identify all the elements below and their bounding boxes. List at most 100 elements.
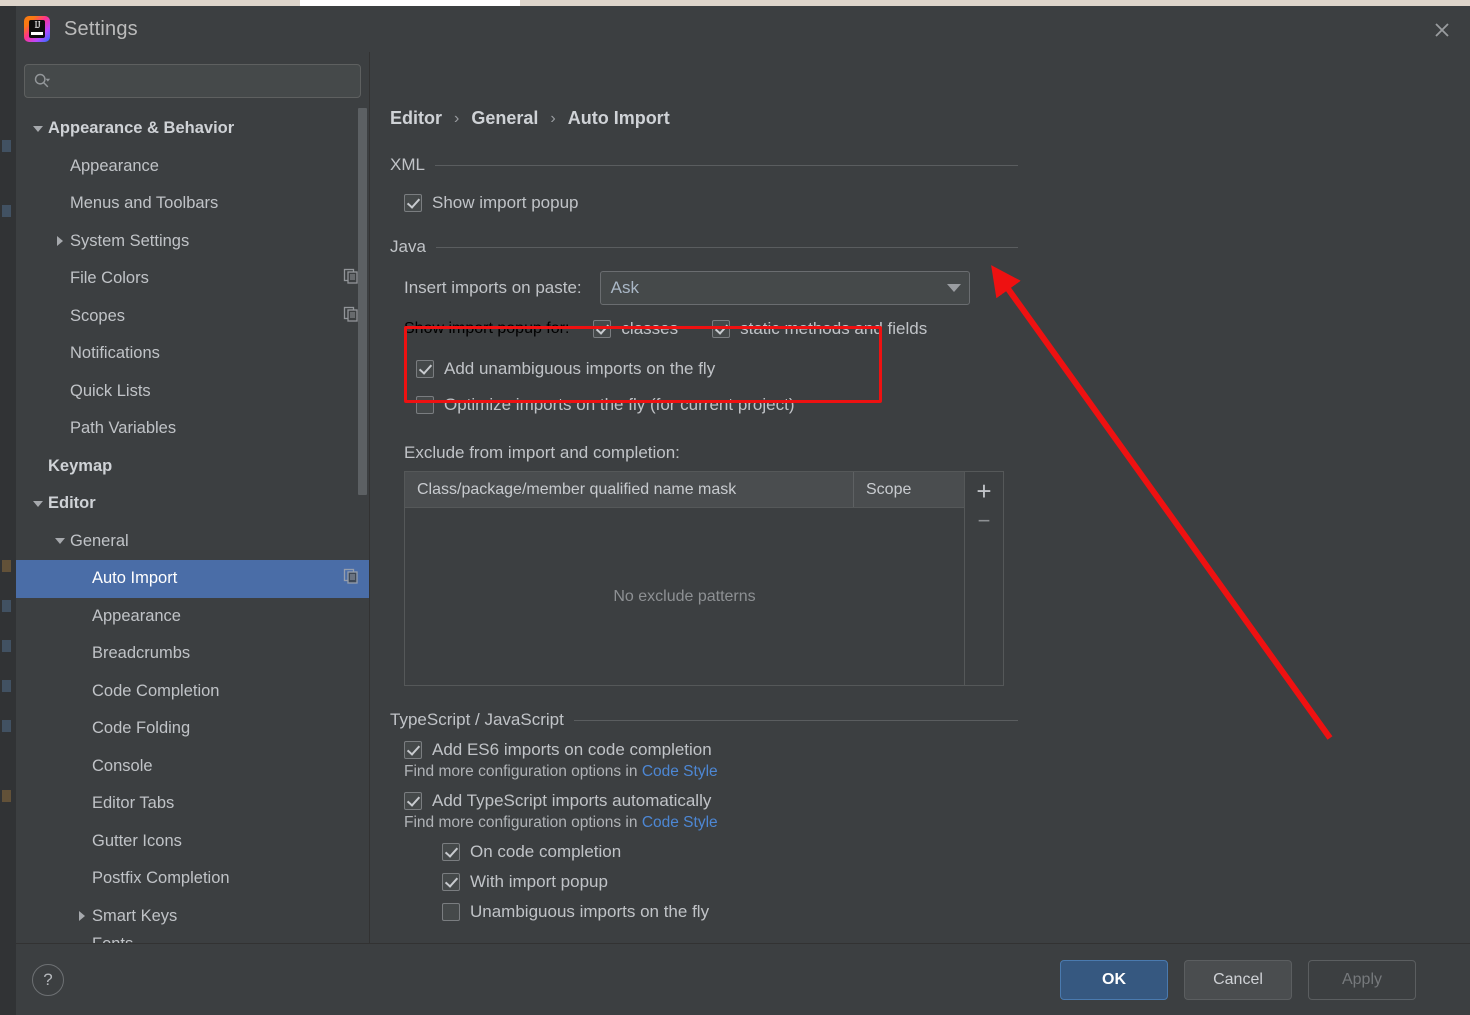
- sidebar-item-keymap[interactable]: Keymap: [16, 448, 369, 486]
- sidebar-item-label: Scopes: [70, 306, 126, 325]
- dialog-title: Settings: [64, 17, 138, 40]
- sidebar-item-breadcrumbs[interactable]: Breadcrumbs: [16, 635, 369, 673]
- chevron-down-icon[interactable]: [28, 500, 48, 507]
- link-code-style-typescript[interactable]: Code Style: [642, 814, 718, 831]
- checkbox-row-popup-static-methods[interactable]: static methods and fields: [712, 319, 927, 339]
- label-with-import-popup[interactable]: With import popup: [470, 872, 608, 892]
- checkbox-row-optimize-imports[interactable]: Optimize imports on the fly (for current…: [416, 395, 1470, 415]
- copy-settings-icon[interactable]: [343, 568, 359, 589]
- sidebar-item-code-folding[interactable]: Code Folding: [16, 710, 369, 748]
- checkbox-optimize-imports[interactable]: [416, 396, 434, 414]
- sidebar-item-quick-lists[interactable]: Quick Lists: [16, 373, 369, 411]
- sidebar-item-label: Auto Import: [92, 569, 178, 588]
- checkbox-row-on-code-completion[interactable]: On code completion: [442, 842, 1470, 862]
- sidebar-item-label: File Colors: [70, 269, 149, 288]
- sidebar-item-general[interactable]: General: [16, 523, 369, 561]
- sidebar-item-console[interactable]: Console: [16, 748, 369, 786]
- sidebar-item-scopes[interactable]: Scopes: [16, 298, 369, 336]
- dialog-body: Appearance & Behavior Appearance Menus and…: [16, 52, 1470, 943]
- checkbox-on-code-completion[interactable]: [442, 843, 460, 861]
- checkbox-row-add-es6-imports[interactable]: Add ES6 imports on code completion: [404, 740, 1470, 760]
- apply-button[interactable]: Apply: [1308, 959, 1416, 1000]
- checkbox-row-with-import-popup[interactable]: With import popup: [442, 872, 1470, 892]
- close-icon[interactable]: [1428, 16, 1456, 44]
- search-input[interactable]: [57, 73, 352, 89]
- checkbox-xml-show-import-popup[interactable]: [404, 194, 422, 212]
- sidebar-item-appearance[interactable]: Appearance: [16, 148, 369, 186]
- section-header-xml: XML: [390, 155, 1018, 175]
- label-xml-show-import-popup[interactable]: Show import popup: [432, 193, 578, 213]
- help-button[interactable]: ?: [32, 963, 64, 996]
- insert-imports-row: Insert imports on paste: Ask: [404, 271, 1470, 305]
- checkbox-popup-classes[interactable]: [593, 320, 612, 338]
- checkbox-with-import-popup[interactable]: [442, 873, 460, 891]
- checkbox-add-typescript-imports[interactable]: [404, 792, 422, 810]
- sidebar-scrollbar-thumb[interactable]: [358, 108, 367, 495]
- breadcrumb-item-editor[interactable]: Editor: [390, 108, 442, 129]
- copy-settings-icon[interactable]: [343, 268, 359, 289]
- checkbox-popup-static-methods[interactable]: [712, 320, 731, 338]
- copy-settings-icon[interactable]: [343, 306, 359, 327]
- section-title-xml: XML: [390, 155, 425, 174]
- sidebar-item-menus-and-toolbars[interactable]: Menus and Toolbars: [16, 185, 369, 223]
- exclude-table-grid: Class/package/member qualified name mask…: [405, 472, 965, 685]
- sidebar-item-appearance[interactable]: Appearance: [16, 598, 369, 636]
- insert-imports-on-paste-select[interactable]: Ask: [599, 271, 970, 305]
- sidebar-item-label: Menus and Toolbars: [70, 194, 219, 213]
- sidebar-item-file-colors[interactable]: File Colors: [16, 260, 369, 298]
- chevron-down-icon[interactable]: [28, 125, 48, 132]
- sidebar-item-gutter-icons[interactable]: Gutter Icons: [16, 823, 369, 861]
- label-unambiguous-imports-ts[interactable]: Unambiguous imports on the fly: [470, 902, 709, 922]
- checkbox-row-xml-show-import-popup[interactable]: Show import popup: [404, 193, 1470, 213]
- remove-pattern-button[interactable]: −: [967, 506, 1001, 536]
- hint-es6-code-style: Find more configuration options in Code …: [404, 763, 1470, 781]
- hint-es6-prefix: Find more configuration options in: [404, 763, 642, 780]
- label-on-code-completion[interactable]: On code completion: [470, 842, 621, 862]
- sidebar-item-fonts[interactable]: Fonts: [16, 935, 369, 943]
- checkbox-add-unambiguous-imports[interactable]: [416, 360, 434, 378]
- settings-dialog: IJ Settings Appearance & Behavior Appear…: [16, 6, 1470, 1015]
- label-popup-static-methods[interactable]: static methods and fields: [740, 319, 927, 339]
- insert-imports-label: Insert imports on paste:: [404, 278, 582, 297]
- table-header-row: Class/package/member qualified name mask…: [405, 472, 964, 508]
- label-add-typescript-imports[interactable]: Add TypeScript imports automatically: [432, 791, 711, 811]
- breadcrumb-separator: ›: [550, 109, 556, 127]
- sidebar-item-editor-tabs[interactable]: Editor Tabs: [16, 785, 369, 823]
- section-divider: [573, 719, 1018, 721]
- settings-main-panel: Editor › General › Auto Import XML Show …: [370, 52, 1470, 943]
- sidebar-item-code-completion[interactable]: Code Completion: [16, 673, 369, 711]
- sidebar-item-path-variables[interactable]: Path Variables: [16, 410, 369, 448]
- table-toolbar: + −: [965, 472, 1003, 685]
- label-optimize-imports[interactable]: Optimize imports on the fly (for current…: [444, 395, 795, 415]
- checkbox-add-es6-imports[interactable]: [404, 741, 422, 759]
- checkbox-row-add-unambiguous-imports[interactable]: Add unambiguous imports on the fly: [416, 359, 1470, 379]
- sidebar-item-smart-keys[interactable]: Smart Keys: [16, 898, 369, 936]
- column-header-name-mask: Class/package/member qualified name mask: [405, 472, 854, 507]
- link-code-style-es6[interactable]: Code Style: [642, 763, 718, 780]
- chevron-down-icon[interactable]: [50, 538, 70, 545]
- chevron-right-icon[interactable]: [72, 911, 92, 922]
- label-add-es6-imports[interactable]: Add ES6 imports on code completion: [432, 740, 712, 760]
- sidebar-item-auto-import[interactable]: Auto Import: [16, 560, 369, 598]
- ok-button[interactable]: OK: [1060, 959, 1168, 1000]
- chevron-right-icon[interactable]: [50, 236, 70, 247]
- checkbox-unambiguous-imports-ts[interactable]: [442, 903, 460, 921]
- cancel-button[interactable]: Cancel: [1184, 959, 1292, 1000]
- sidebar-item-postfix-completion[interactable]: Postfix Completion: [16, 860, 369, 898]
- search-box[interactable]: [24, 64, 361, 98]
- dialog-action-buttons: OK Cancel Apply: [1060, 959, 1416, 1000]
- checkbox-row-popup-classes[interactable]: classes: [593, 319, 678, 339]
- sidebar-item-notifications[interactable]: Notifications: [16, 335, 369, 373]
- section-divider: [434, 164, 1018, 166]
- sidebar-item-editor[interactable]: Editor: [16, 485, 369, 523]
- sidebar-item-system-settings[interactable]: System Settings: [16, 223, 369, 261]
- dialog-titlebar: IJ Settings: [16, 6, 1470, 52]
- label-add-unambiguous-imports[interactable]: Add unambiguous imports on the fly: [444, 359, 715, 379]
- sidebar-item-appearance-behavior[interactable]: Appearance & Behavior: [16, 110, 369, 148]
- sidebar-item-label: Appearance & Behavior: [48, 119, 235, 138]
- checkbox-row-unambiguous-imports-ts[interactable]: Unambiguous imports on the fly: [442, 902, 1470, 922]
- breadcrumb-item-general[interactable]: General: [471, 108, 538, 129]
- label-popup-classes[interactable]: classes: [621, 319, 678, 339]
- checkbox-row-add-typescript-imports[interactable]: Add TypeScript imports automatically: [404, 791, 1470, 811]
- add-pattern-button[interactable]: +: [967, 476, 1001, 506]
